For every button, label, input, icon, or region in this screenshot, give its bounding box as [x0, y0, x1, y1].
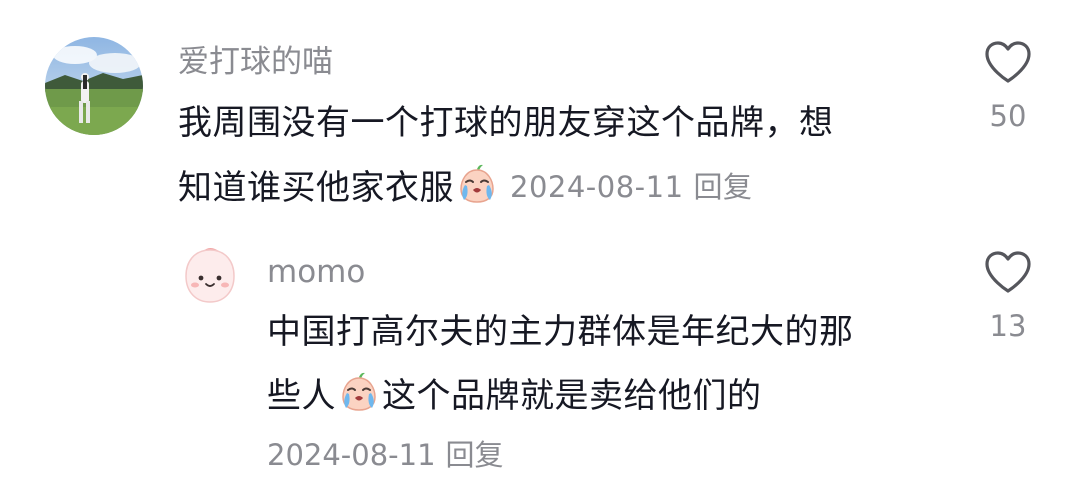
like-column: 50: [968, 40, 1048, 136]
comment-meta: 2024-08-11 回复: [510, 155, 753, 219]
comment-text: 我周围没有一个打球的朋友穿这个品牌，想 知道谁买他家衣服 2024-08-11 回…: [178, 91, 918, 220]
comment-text-line: 我周围没有一个打球的朋友穿这个品牌，想: [178, 103, 834, 143]
reply-text-line: 中国打高尔夫的主力群体是年纪大的那: [267, 312, 854, 352]
reply-button[interactable]: 回复: [694, 170, 753, 204]
reply-text-fragment: 些人: [267, 376, 336, 416]
reply-text: 中国打高尔夫的主力群体是年纪大的那 些人 这个品牌就是卖给他们的: [267, 300, 927, 428]
reply-avatar[interactable]: [176, 240, 244, 310]
reply-meta: 2024-08-11 回复: [267, 431, 504, 479]
heart-outline-icon[interactable]: [984, 40, 1032, 84]
comment-username[interactable]: 爱打球的喵: [178, 42, 333, 82]
reply-date: 2024-08-11: [267, 438, 436, 472]
comment-text-fragment: 知道谁买他家衣服: [178, 168, 454, 208]
reply-text-line: 些人 这个品牌就是卖给他们的: [267, 364, 927, 428]
heart-outline-icon[interactable]: [984, 250, 1032, 294]
reply-text-fragment: 这个品牌就是卖给他们的: [382, 376, 762, 416]
like-count: 50: [989, 99, 1027, 133]
reply-username[interactable]: momo: [267, 252, 365, 292]
crying-face-emoji-icon: [338, 371, 380, 413]
like-count: 13: [989, 309, 1027, 343]
comment-thread: 爱打球的喵 我周围没有一个打球的朋友穿这个品牌，想 知道谁买他家衣服 2024-…: [0, 0, 1080, 497]
reply-button[interactable]: 回复: [446, 438, 504, 472]
comment-text-line: 知道谁买他家衣服 2024-08-11 回复: [178, 155, 918, 220]
like-column: 13: [968, 250, 1048, 346]
crying-face-emoji-icon: [456, 163, 498, 205]
avatar[interactable]: [45, 37, 143, 135]
comment-date: 2024-08-11: [510, 170, 684, 204]
